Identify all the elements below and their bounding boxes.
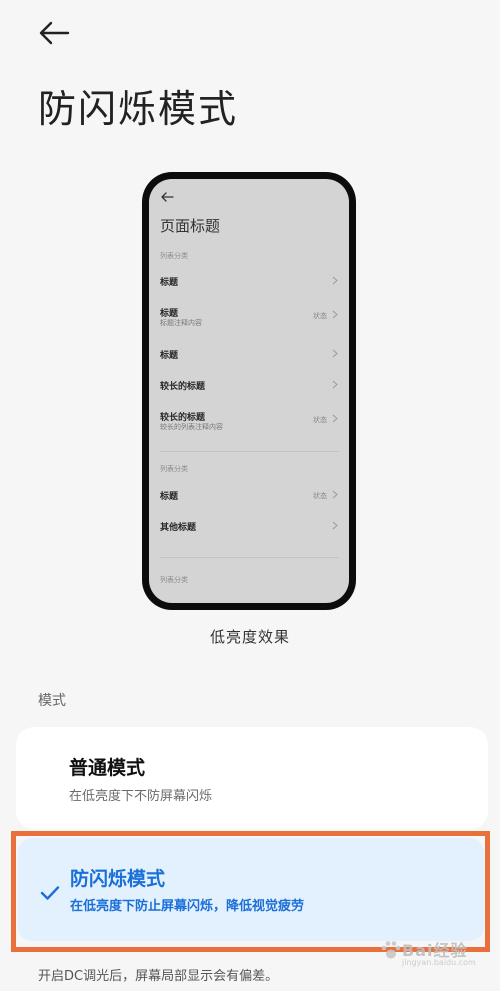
preview-divider bbox=[160, 557, 339, 558]
preview-item-title: 标题 bbox=[160, 351, 179, 361]
chevron-right-icon bbox=[332, 310, 338, 319]
normal-mode-description: 在低亮度下不防屏幕闪烁 bbox=[69, 789, 213, 804]
chevron-right-icon bbox=[332, 380, 338, 389]
preview-list-item: 标题 状态 bbox=[160, 489, 339, 517]
preview-item-title: 较长的标题 bbox=[160, 382, 206, 392]
preview-list-item: 标题 标题注释内容 状态 bbox=[160, 306, 339, 334]
baidu-jingyan-watermark: Bai经验 jingyan.baidu.com bbox=[378, 933, 488, 973]
chevron-right-icon bbox=[332, 490, 338, 499]
phone-preview: 页面标题 列表分类 标题 标题 标题注释内容 状态 标题 较长的标题 较长的标题… bbox=[142, 172, 356, 610]
preview-item-title: 标题 bbox=[160, 278, 179, 288]
normal-mode-title: 普通模式 bbox=[69, 757, 146, 779]
page-title: 防闪烁模式 bbox=[38, 87, 239, 131]
preview-divider bbox=[160, 451, 339, 452]
preview-list-item: 较长的标题 bbox=[160, 379, 339, 407]
anti-flicker-mode-title: 防闪烁模式 bbox=[70, 868, 166, 890]
watermark-url: jingyan.baidu.com bbox=[402, 958, 476, 967]
footer-note: 开启DC调光后，屏幕局部显示会有偏差。 bbox=[38, 969, 279, 984]
preview-item-subtitle: 较长的列表注释内容 bbox=[160, 423, 223, 431]
preview-back-arrow-icon bbox=[161, 192, 174, 202]
preview-list-item: 其他标题 bbox=[160, 520, 339, 548]
back-arrow-icon[interactable] bbox=[38, 20, 70, 46]
phone-preview-screen: 页面标题 列表分类 标题 标题 标题注释内容 状态 标题 较长的标题 较长的标题… bbox=[149, 179, 349, 603]
chevron-right-icon bbox=[332, 276, 338, 285]
chevron-right-icon bbox=[332, 414, 338, 423]
preview-page-title: 页面标题 bbox=[160, 217, 221, 235]
preview-list-item: 标题 bbox=[160, 348, 339, 376]
preview-category-label: 列表分类 bbox=[160, 252, 188, 260]
checkmark-icon bbox=[40, 886, 60, 900]
preview-item-title: 其他标题 bbox=[160, 523, 197, 533]
anti-flicker-mode-description: 在低亮度下防止屏幕闪烁，降低视觉疲劳 bbox=[70, 899, 305, 914]
preview-category-label: 列表分类 bbox=[160, 465, 188, 473]
preview-item-title: 标题 bbox=[160, 492, 179, 502]
preview-category-label: 列表分类 bbox=[160, 576, 188, 584]
preview-caption: 低亮度效果 bbox=[209, 628, 290, 646]
normal-mode-option[interactable]: 普通模式 在低亮度下不防屏幕闪烁 bbox=[16, 727, 488, 829]
chevron-right-icon bbox=[332, 521, 338, 530]
anti-flicker-mode-option[interactable]: 防闪烁模式 在低亮度下防止屏幕闪烁，降低视觉疲劳 bbox=[18, 838, 484, 941]
preview-list-item: 标题 bbox=[160, 275, 339, 303]
preview-item-subtitle: 标题注释内容 bbox=[160, 319, 202, 327]
preview-item-status: 状态 bbox=[313, 416, 327, 424]
paw-icon bbox=[381, 941, 401, 959]
mode-section-label: 模式 bbox=[38, 693, 66, 709]
preview-list-item: 较长的标题 较长的列表注释内容 状态 bbox=[160, 410, 339, 438]
preview-item-status: 状态 bbox=[313, 312, 327, 320]
chevron-right-icon bbox=[332, 349, 338, 358]
preview-item-status: 状态 bbox=[313, 492, 327, 500]
